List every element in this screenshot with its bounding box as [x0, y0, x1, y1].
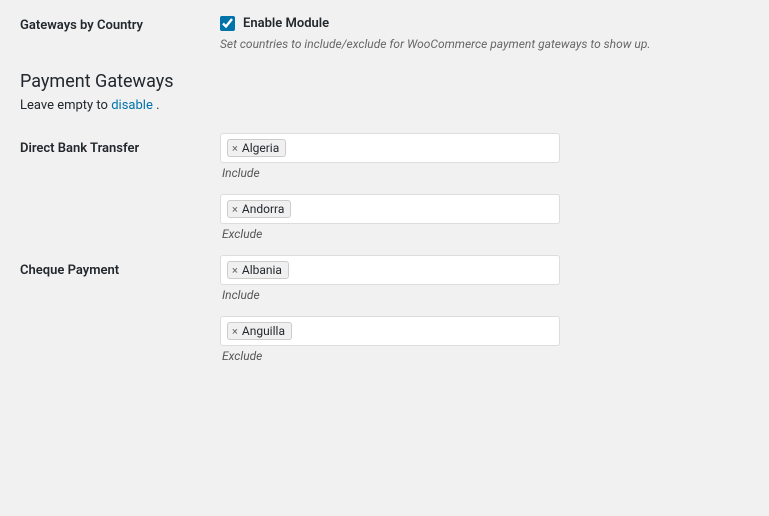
- exclude-tag-input-cheque[interactable]: × Anguilla: [220, 316, 560, 346]
- exclude-field-group-direct-bank: × Andorra Exclude: [220, 194, 749, 241]
- remove-anguilla-icon[interactable]: ×: [232, 326, 238, 337]
- payment-gateways-section: Payment Gateways Leave empty to disable …: [20, 71, 749, 377]
- enable-module-checkbox[interactable]: [220, 16, 235, 31]
- enable-module-row: Enable Module: [220, 16, 749, 31]
- gateways-by-country-row: Gateways by Country Enable Module Set co…: [20, 16, 749, 51]
- leave-empty-prefix: Leave empty to: [20, 98, 108, 113]
- exclude-mode-label-cheque: Exclude: [222, 349, 749, 363]
- enable-module-description: Set countries to include/exclude for Woo…: [220, 37, 749, 51]
- gateway-row-cheque: Cheque Payment × Albania Include × Angui…: [20, 255, 749, 377]
- tag-algeria: × Algeria: [227, 139, 286, 157]
- exclude-field-group-cheque: × Anguilla Exclude: [220, 316, 749, 363]
- enable-module-label[interactable]: Enable Module: [243, 16, 329, 31]
- tag-anguilla-label: Anguilla: [242, 324, 285, 338]
- gateway-fields-direct-bank: × Algeria Include × Andorra Exclude: [220, 133, 749, 255]
- include-tag-input-direct-bank[interactable]: × Algeria: [220, 133, 560, 163]
- disable-link[interactable]: disable: [111, 98, 153, 113]
- gateways-by-country-label: Gateways by Country: [20, 16, 220, 33]
- leave-empty-suffix: .: [156, 98, 159, 113]
- tag-algeria-label: Algeria: [242, 141, 279, 155]
- tag-andorra: × Andorra: [227, 200, 291, 218]
- tag-albania: × Albania: [227, 261, 289, 279]
- include-mode-label-direct-bank: Include: [222, 166, 749, 180]
- gateway-name-cheque: Cheque Payment: [20, 255, 220, 278]
- tag-anguilla: × Anguilla: [227, 322, 292, 340]
- leave-empty-text: Leave empty to disable .: [20, 98, 749, 113]
- include-field-group-cheque: × Albania Include: [220, 255, 749, 302]
- gateway-name-direct-bank: Direct Bank Transfer: [20, 133, 220, 156]
- payment-gateways-title: Payment Gateways: [20, 71, 749, 92]
- gateway-row-direct-bank: Direct Bank Transfer × Algeria Include ×…: [20, 133, 749, 255]
- include-field-group-direct-bank: × Algeria Include: [220, 133, 749, 180]
- remove-albania-icon[interactable]: ×: [232, 265, 238, 276]
- exclude-tag-input-direct-bank[interactable]: × Andorra: [220, 194, 560, 224]
- gateway-fields-cheque: × Albania Include × Anguilla Exclude: [220, 255, 749, 377]
- remove-andorra-icon[interactable]: ×: [232, 204, 238, 215]
- exclude-mode-label-direct-bank: Exclude: [222, 227, 749, 241]
- remove-algeria-icon[interactable]: ×: [232, 143, 238, 154]
- include-mode-label-cheque: Include: [222, 288, 749, 302]
- include-tag-input-cheque[interactable]: × Albania: [220, 255, 560, 285]
- gateways-by-country-content: Enable Module Set countries to include/e…: [220, 16, 749, 51]
- tag-albania-label: Albania: [242, 263, 282, 277]
- tag-andorra-label: Andorra: [242, 202, 285, 216]
